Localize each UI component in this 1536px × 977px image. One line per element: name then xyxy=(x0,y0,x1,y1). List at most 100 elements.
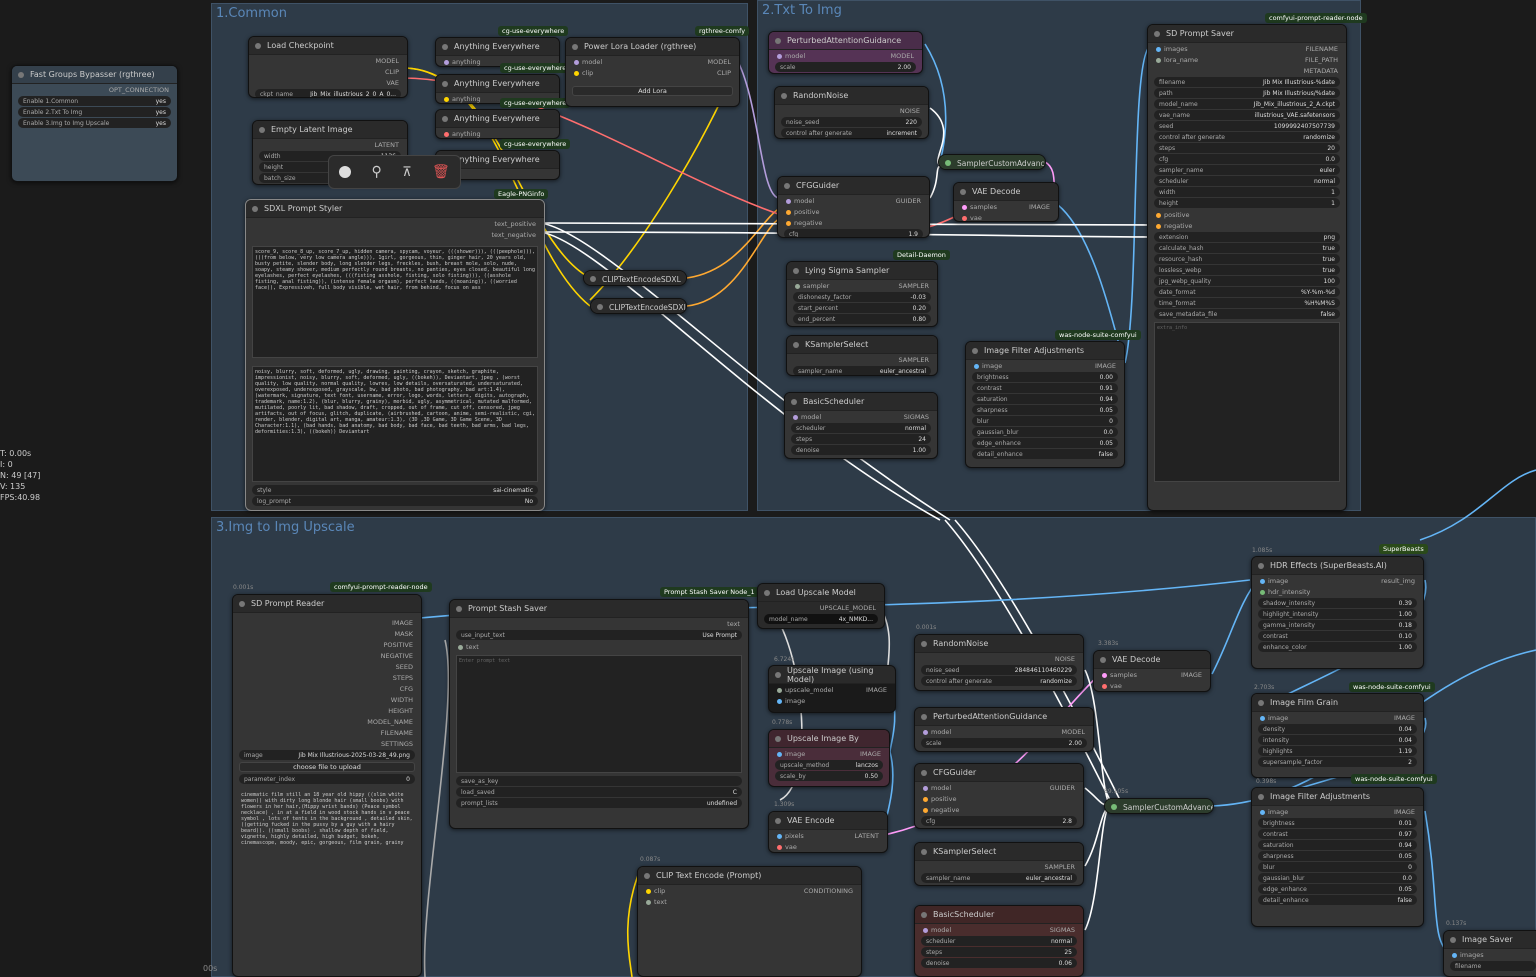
output-socket[interactable]: IMAGE xyxy=(233,617,421,628)
steps-widget[interactable]: steps 25 xyxy=(921,947,1077,957)
node-hdr-effects[interactable]: HDR Effects (SuperBeasts.AI) image result… xyxy=(1251,556,1424,669)
output-socket[interactable]: POSITIVE xyxy=(233,639,421,650)
collapse-dot-icon[interactable] xyxy=(18,71,24,78)
upscale-model-select[interactable]: model_name 4x_NMKD... xyxy=(764,614,878,624)
node-load-checkpoint[interactable]: Load Checkpoint MODEL CLIP VAE ckpt_name… xyxy=(248,36,408,98)
output-socket[interactable]: NEGATIVE xyxy=(233,650,421,661)
filename-widget[interactable]: filename xyxy=(1450,961,1536,971)
add-lora-button[interactable]: Add Lora xyxy=(572,86,733,96)
node-lying-sigma-sampler[interactable]: Lying Sigma Sampler sampler SAMPLER disho… xyxy=(786,261,938,327)
delete-icon[interactable]: 🗑 xyxy=(432,164,450,180)
node-image-filter-adjustments-2[interactable]: Image Filter Adjustments image IMAGE brig… xyxy=(1251,787,1424,927)
control-after-generate-widget[interactable]: control after generate increment xyxy=(781,128,922,138)
node-perturbed-attention-guidance[interactable]: PerturbedAttentionGuidance model MODEL sc… xyxy=(768,31,923,74)
sampler-name-widget[interactable]: sampler_name euler_ancestral xyxy=(793,366,931,375)
output-socket[interactable]: HEIGHT xyxy=(233,705,421,716)
node-power-lora-loader[interactable]: Power Lora Loader (rgthree) model MODEL c… xyxy=(565,37,740,107)
sampler-name-widget[interactable]: sampler_name euler_ancestral xyxy=(921,873,1077,883)
node-sd-prompt-reader[interactable]: SD Prompt Reader IMAGE MASK POSITIVE NEGATI… xyxy=(232,594,422,977)
setting-widget[interactable]: steps 20 xyxy=(1154,143,1340,153)
setting-widget[interactable]: lossless_webp true xyxy=(1154,265,1340,275)
node-image-saver[interactable]: Image Saver images filename xyxy=(1443,930,1536,977)
contrast-widget[interactable]: contrast 0.91 xyxy=(972,383,1118,393)
node-vae-encode[interactable]: VAE Encode pixels LATENT vae xyxy=(768,811,888,853)
node-fast-groups-bypasser[interactable]: Fast Groups Bypasser (rgthree) OPT_CONNE… xyxy=(11,65,178,182)
setting-widget[interactable]: extension png xyxy=(1154,232,1340,242)
node-clip-text-encode-sdxl-2[interactable]: CLIPTextEncodeSDXL xyxy=(590,298,687,314)
output-socket[interactable]: FILENAME xyxy=(233,727,421,738)
log-prompt-toggle[interactable]: log_prompt No xyxy=(252,496,538,506)
node-ksampler-select[interactable]: KSamplerSelect SAMPLER sampler_name euler… xyxy=(786,335,938,376)
node-image-filter-adjustments[interactable]: Image Filter Adjustments image IMAGE brig… xyxy=(965,341,1125,468)
node-basic-scheduler-2[interactable]: BasicScheduler model SIGMAS scheduler norm… xyxy=(914,905,1084,977)
image-select[interactable]: image Jib Mix Illustrious-2025-03-28_49.p… xyxy=(239,750,415,760)
enhance-color-widget[interactable]: enhance_color 1.00 xyxy=(1258,642,1417,652)
setting-widget[interactable]: vae_name illustrious_VAE.safetensors xyxy=(1154,110,1340,120)
gamma-intensity-widget[interactable]: gamma_intensity 0.18 xyxy=(1258,620,1417,630)
extra-info-textarea[interactable]: extra_info xyxy=(1154,322,1340,482)
node-sampler-custom-advance-2[interactable]: SamplerCustomAdvance xyxy=(1104,798,1214,814)
brightness-widget[interactable]: brightness 0.01 xyxy=(1258,818,1417,828)
prompt-text-input[interactable]: Enter prompt text xyxy=(456,655,742,773)
output-socket[interactable]: STEPS xyxy=(233,672,421,683)
node-graph-canvas[interactable]: 1.Common 2.Txt To Img 3.Img to Img Upsca… xyxy=(0,0,1536,977)
blur-widget[interactable]: blur 0 xyxy=(972,416,1118,426)
node-anything-everywhere-3[interactable]: Anything Everywhere anything xyxy=(435,109,560,139)
upscale-method-select[interactable]: upscale_method lanczos xyxy=(775,760,883,770)
node-image-film-grain[interactable]: Image Film Grain image IMAGE density 0.04 … xyxy=(1251,693,1424,778)
gaussian-blur-widget[interactable]: gaussian_blur 0.0 xyxy=(1258,873,1417,883)
node-vae-decode-2[interactable]: VAE Decode samples IMAGE vae xyxy=(1093,650,1211,692)
sharpness-widget[interactable]: sharpness 0.05 xyxy=(972,405,1118,415)
bypass-icon[interactable]: ⚲ xyxy=(372,164,382,180)
edge-enhance-widget[interactable]: edge_enhance 0.05 xyxy=(1258,884,1417,894)
setting-widget[interactable]: time_format %H%M%S xyxy=(1154,298,1340,308)
node-basic-scheduler[interactable]: BasicScheduler model SIGMAS scheduler norm… xyxy=(784,392,938,459)
edge-enhance-widget[interactable]: edge_enhance 0.05 xyxy=(972,438,1118,448)
node-prompt-stash-saver[interactable]: Prompt Stash Saver text use_input_text Us… xyxy=(449,599,749,829)
use-input-text-toggle[interactable]: use_input_text Use Prompt xyxy=(456,630,742,640)
saturation-widget[interactable]: saturation 0.94 xyxy=(972,394,1118,404)
setting-widget[interactable]: date_format %Y-%m-%d xyxy=(1154,287,1340,297)
noise-seed-widget[interactable]: noise_seed 220 xyxy=(781,117,922,127)
toggle-enable-img2img[interactable]: Enable 3.Img to Img Upscale yes xyxy=(18,118,171,128)
detail-enhance-widget[interactable]: detail_enhance false xyxy=(972,449,1118,459)
setting-widget[interactable]: model_name Jib_Mix_illustrious_2_A.ckpt xyxy=(1154,99,1340,109)
parameter-index-widget[interactable]: parameter_index 0 xyxy=(239,774,415,784)
setting-widget[interactable]: jpg_webp_quality 100 xyxy=(1154,276,1340,286)
choose-file-button[interactable]: choose file to upload xyxy=(239,762,415,772)
detail-enhance-widget[interactable]: detail_enhance false xyxy=(1258,895,1417,905)
node-random-noise-2[interactable]: RandomNoise NOISE noise_seed 284846110460… xyxy=(914,634,1084,691)
start-percent-widget[interactable]: start_percent 0.20 xyxy=(793,303,931,313)
save-as-key-input[interactable]: save_as_key xyxy=(456,776,742,786)
contrast-widget[interactable]: contrast 0.10 xyxy=(1258,631,1417,641)
highlights-widget[interactable]: highlights 1.19 xyxy=(1258,746,1417,756)
prompt-lists-select[interactable]: prompt_lists undefined xyxy=(456,798,742,808)
toggle-enable-txt2img[interactable]: Enable 2.Txt To Img yes xyxy=(18,107,171,117)
setting-widget[interactable]: width 1 xyxy=(1154,187,1340,197)
setting-widget[interactable]: seed 1099992407507739 xyxy=(1154,121,1340,131)
setting-widget[interactable]: height 1 xyxy=(1154,198,1340,208)
sharpness-widget[interactable]: sharpness 0.05 xyxy=(1258,851,1417,861)
setting-widget[interactable]: save_metadata_file false xyxy=(1154,309,1340,319)
node-perturbed-attention-guidance-2[interactable]: PerturbedAttentionGuidance model MODEL sc… xyxy=(914,707,1094,752)
scale-by-widget[interactable]: scale_by 0.50 xyxy=(775,771,883,781)
supersample-factor-widget[interactable]: supersample_factor 2 xyxy=(1258,757,1417,767)
cfg-widget[interactable]: cfg 1.9 xyxy=(784,229,923,237)
node-vae-decode[interactable]: VAE Decode samples IMAGE vae xyxy=(953,182,1059,222)
highlight-intensity-widget[interactable]: highlight_intensity 1.00 xyxy=(1258,609,1417,619)
setting-widget[interactable]: cfg 0.0 xyxy=(1154,154,1340,164)
ckpt-name-select[interactable]: ckpt_name Jib_Mix_illustrious_2_0_A_0... xyxy=(255,89,401,97)
reader-prompt-text[interactable]: cinematic film still an 18 year old hipp… xyxy=(239,790,415,960)
setting-widget[interactable]: resource_hash true xyxy=(1154,254,1340,264)
scheduler-widget[interactable]: scheduler normal xyxy=(921,936,1077,946)
setting-widget[interactable]: control after generate randomize xyxy=(1154,132,1340,142)
setting-widget[interactable]: filename Jib Mix Illustrious-%date xyxy=(1154,77,1340,87)
density-widget[interactable]: density 0.04 xyxy=(1258,724,1417,734)
end-percent-widget[interactable]: end_percent 0.80 xyxy=(793,314,931,324)
steps-widget[interactable]: steps 24 xyxy=(791,434,931,444)
selection-toolbar[interactable]: ⚲ ⊼ 🗑 xyxy=(328,155,461,189)
scheduler-widget[interactable]: scheduler normal xyxy=(791,423,931,433)
node-upscale-image-by[interactable]: Upscale Image By image IMAGE upscale_meth… xyxy=(768,729,890,787)
setting-widget[interactable]: calculate_hash true xyxy=(1154,243,1340,253)
node-sd-prompt-saver[interactable]: SD Prompt Saver images FILENAME lora_name… xyxy=(1147,24,1347,511)
